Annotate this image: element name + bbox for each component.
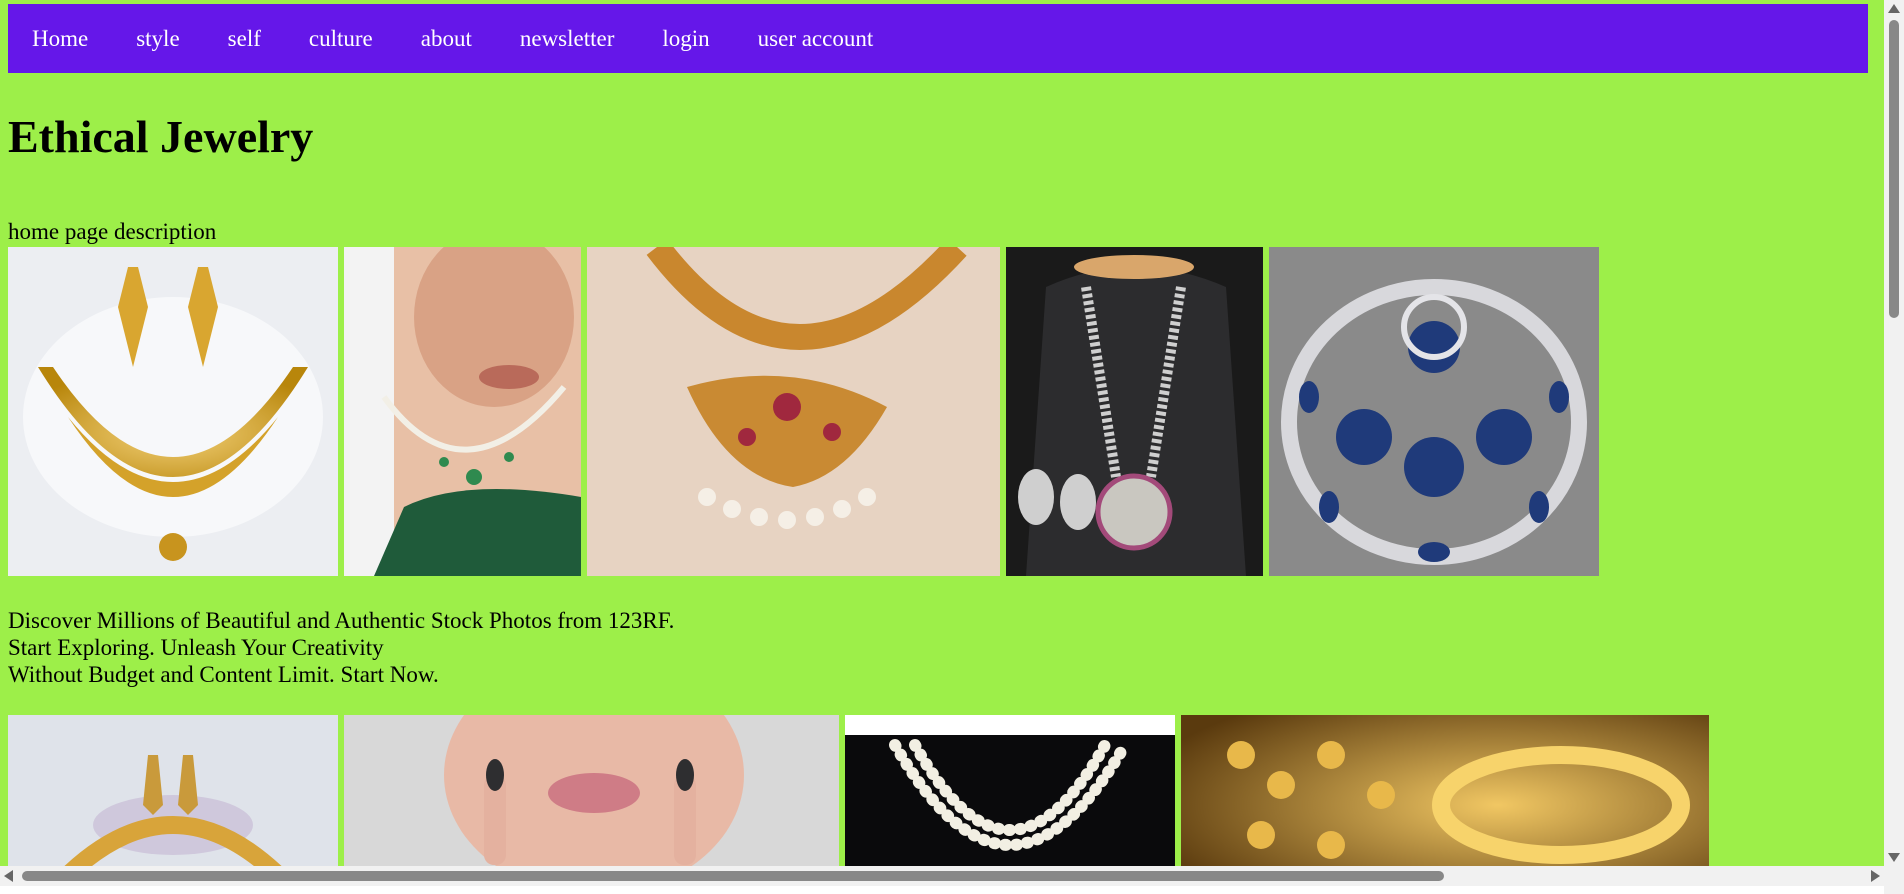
gold-necklace-earrings-image bbox=[8, 715, 338, 866]
horizontal-scrollbar[interactable] bbox=[0, 866, 1884, 886]
scroll-down-arrow-icon[interactable] bbox=[1888, 853, 1900, 862]
horizontal-scroll-thumb[interactable] bbox=[22, 871, 1444, 881]
page-description: home page description bbox=[8, 219, 217, 244]
window-bottom-edge bbox=[0, 886, 1884, 894]
nav-culture[interactable]: culture bbox=[309, 26, 373, 52]
nav-self[interactable]: self bbox=[228, 26, 261, 52]
scroll-right-arrow-icon[interactable] bbox=[1871, 870, 1880, 882]
gold-jewelry-pile-image bbox=[1181, 715, 1709, 866]
model-lips-nails-image bbox=[344, 715, 839, 866]
diamond-necklace-model-image bbox=[344, 247, 581, 576]
navigation-bar: Home style self culture about newsletter… bbox=[8, 4, 1868, 73]
nav-login[interactable]: login bbox=[662, 26, 709, 52]
image-gallery-row-1 bbox=[8, 247, 1868, 576]
gold-necklace-earrings-set-image bbox=[8, 247, 338, 576]
nav-home[interactable]: Home bbox=[32, 26, 88, 52]
nav-about[interactable]: about bbox=[421, 26, 472, 52]
nav-user-account[interactable]: user account bbox=[758, 26, 874, 52]
promo-line-3: Without Budget and Content Limit. Start … bbox=[8, 662, 439, 687]
scroll-up-arrow-icon[interactable] bbox=[1888, 4, 1900, 13]
promo-text: Discover Millions of Beautiful and Authe… bbox=[8, 607, 1868, 688]
page-title: Ethical Jewelry bbox=[8, 111, 314, 162]
promo-line-1: Discover Millions of Beautiful and Authe… bbox=[8, 608, 675, 633]
image-gallery-row-2 bbox=[8, 715, 1868, 866]
silver-long-necklace-image bbox=[1006, 247, 1263, 576]
promo-line-2: Start Exploring. Unleash Your Creativity bbox=[8, 635, 384, 660]
scroll-left-arrow-icon[interactable] bbox=[4, 870, 13, 882]
gold-pendant-necklace-image bbox=[587, 247, 1000, 576]
nav-style[interactable]: style bbox=[136, 26, 179, 52]
page-viewport: Home style self culture about newsletter… bbox=[0, 0, 1884, 866]
sapphire-jewelry-set-image bbox=[1269, 247, 1599, 576]
vertical-scroll-thumb[interactable] bbox=[1889, 20, 1899, 318]
vertical-scrollbar[interactable] bbox=[1884, 0, 1904, 866]
scrollbar-corner bbox=[1884, 866, 1904, 894]
nav-newsletter[interactable]: newsletter bbox=[520, 26, 615, 52]
pearl-necklace-image bbox=[845, 715, 1175, 866]
